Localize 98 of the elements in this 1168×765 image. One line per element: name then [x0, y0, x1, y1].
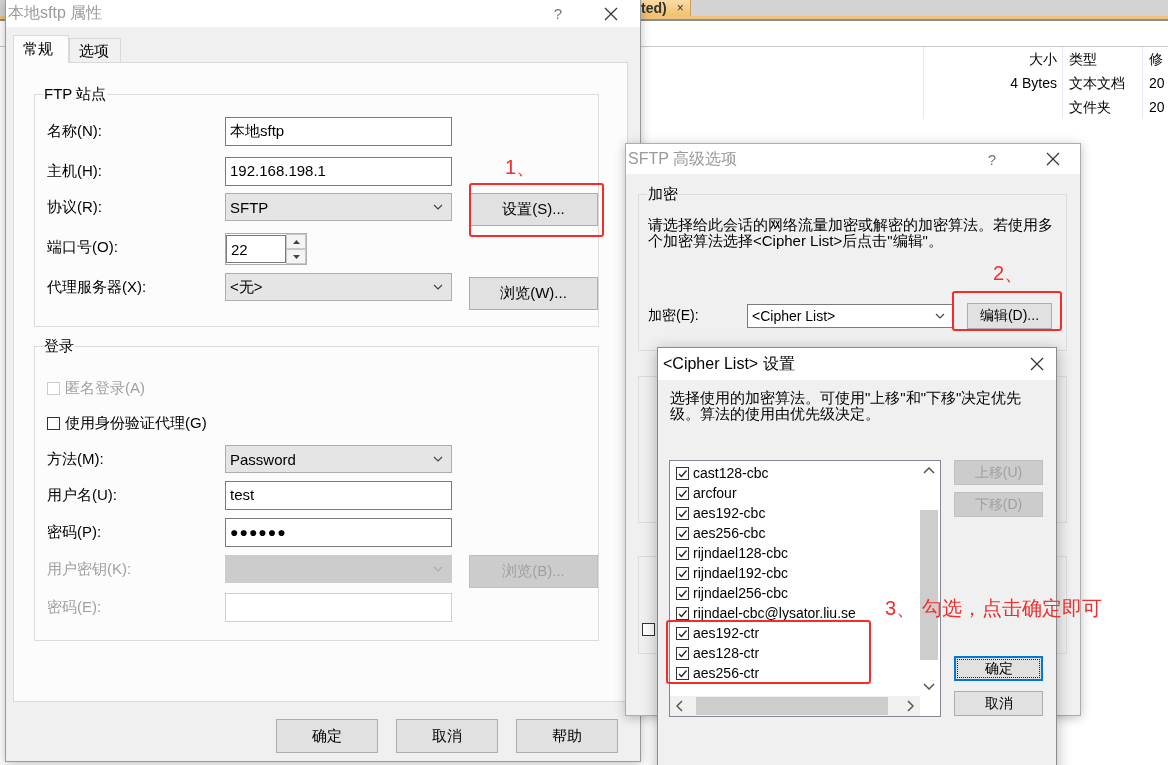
- close-icon[interactable]: [1030, 357, 1044, 371]
- push-button[interactable]: 浏览(W)...: [469, 277, 598, 310]
- password-field[interactable]: ●●●●●●: [225, 518, 452, 547]
- field-label: 名称(N):: [47, 121, 103, 141]
- push-button[interactable]: 取消: [954, 691, 1043, 716]
- window-title: 本地sftp 属性: [8, 3, 104, 23]
- scroll-up-icon[interactable]: [923, 467, 935, 474]
- dropdown[interactable]: SFTP: [225, 193, 452, 221]
- close-icon[interactable]: [1046, 152, 1060, 166]
- checkbox-label: 匿名登录(A): [65, 378, 145, 398]
- table-cell: 4 Bytes: [923, 71, 1062, 95]
- help-button[interactable]: ?: [987, 150, 996, 168]
- caret-icon: [292, 239, 300, 244]
- push-button[interactable]: 确定: [954, 656, 1043, 681]
- checkbox[interactable]: [676, 646, 689, 660]
- field-label: 用户名(U):: [47, 485, 118, 505]
- table-cell: 20: [1142, 71, 1168, 95]
- annotation-label: 2、: [993, 260, 1025, 285]
- scrollbar[interactable]: [670, 696, 920, 716]
- field-label: 用户密钥(K):: [47, 559, 133, 579]
- checkbox[interactable]: [47, 416, 60, 430]
- text-field[interactable]: test: [225, 481, 452, 510]
- annotation-label: 1、: [505, 155, 537, 179]
- checkbox[interactable]: [676, 506, 689, 520]
- push-button[interactable]: 编辑(D)...: [967, 302, 1052, 329]
- scroll-down-icon[interactable]: [923, 683, 935, 690]
- field-label: 端口号(O):: [47, 237, 119, 257]
- table-cell: 文本文档: [1062, 71, 1142, 95]
- table-cell: 文件夹: [1062, 95, 1142, 119]
- chevron-icon: [433, 204, 443, 210]
- column-header[interactable]: 大小: [923, 47, 1062, 71]
- table-cell: 20: [1142, 95, 1168, 119]
- description-text: 请选择给此会话的网络流量加密或解密的加密算法。若使用多 个加密算法选择<Cipher List>后点击"编辑"。: [648, 217, 1054, 249]
- scroll-right-icon[interactable]: [907, 700, 914, 712]
- scroll-left-icon[interactable]: [676, 700, 683, 712]
- checkbox[interactable]: [676, 666, 689, 680]
- help-button[interactable]: ?: [553, 5, 562, 22]
- list-item[interactable]: cast128-cbc: [693, 465, 769, 481]
- list-item[interactable]: aes128-ctr: [693, 645, 760, 661]
- list-item[interactable]: aes192-cbc: [693, 505, 766, 521]
- dropdown[interactable]: <无>: [225, 273, 452, 301]
- list-item[interactable]: rijndael128-cbc: [693, 545, 788, 561]
- checkbox[interactable]: [676, 566, 689, 580]
- chevron-icon: [433, 284, 443, 290]
- spin-box[interactable]: 22: [225, 233, 307, 265]
- tab-label: ted): [641, 0, 667, 16]
- window-title: SFTP 高级选项: [628, 148, 739, 169]
- field-label: 密码(E):: [47, 597, 103, 617]
- list-item[interactable]: rijndael192-cbc: [693, 565, 788, 581]
- field-label: 加密(E):: [648, 306, 700, 325]
- list-item[interactable]: rijndael-cbc@lysator.liu.se: [693, 605, 856, 621]
- checkbox-label: 使用身份验证代理(G): [65, 413, 207, 433]
- column-header[interactable]: 类型: [1062, 47, 1142, 71]
- push-button[interactable]: 取消: [396, 719, 498, 753]
- field-label: 主机(H):: [47, 161, 103, 181]
- column-header[interactable]: 修: [1142, 47, 1168, 71]
- field-label: 协议(R):: [47, 197, 103, 217]
- scroll-thumb[interactable]: [696, 697, 888, 715]
- group-title: 登录: [43, 337, 75, 355]
- chevron-icon: [433, 566, 443, 572]
- field-label: 代理服务器(X):: [47, 277, 148, 297]
- dropdown[interactable]: <Cipher List>: [747, 303, 954, 328]
- field-label: 方法(M):: [47, 449, 105, 469]
- close-icon[interactable]: [604, 6, 618, 21]
- text-field[interactable]: 192.168.198.1: [225, 157, 452, 186]
- window-title: <Cipher List> 设置: [663, 353, 796, 374]
- list-item[interactable]: arcfour: [693, 485, 737, 501]
- checkbox[interactable]: [642, 623, 655, 636]
- annotation-label: 3、 勾选，点击确定即可: [885, 596, 1102, 620]
- push-button[interactable]: 设置(S)...: [469, 193, 598, 226]
- tab-close-button[interactable]: ×: [676, 1, 684, 15]
- list-item[interactable]: aes192-ctr: [693, 625, 760, 641]
- checkbox[interactable]: [676, 486, 689, 500]
- list-item[interactable]: aes256-cbc: [693, 525, 766, 541]
- checkbox[interactable]: [676, 586, 689, 600]
- chevron-icon: [935, 312, 945, 319]
- dropdown[interactable]: Password: [225, 445, 452, 473]
- checkbox[interactable]: [676, 466, 689, 480]
- text-field[interactable]: 本地sftp: [225, 117, 452, 146]
- tab[interactable]: 选项: [69, 38, 121, 62]
- checkbox[interactable]: [676, 526, 689, 540]
- push-button[interactable]: 确定: [276, 719, 378, 753]
- document-tab[interactable]: ted) ×: [641, 0, 691, 16]
- field-label: 密码(P):: [47, 522, 103, 542]
- description-text: 选择使用的加密算法。可使用"上移"和"下移"决定优先 级。算法的使用由优先级决定。: [669, 388, 1023, 422]
- caret-icon: [292, 254, 300, 259]
- checkbox[interactable]: [676, 606, 689, 620]
- spin-down-button[interactable]: [286, 249, 306, 264]
- checkbox[interactable]: [676, 546, 689, 560]
- list-item[interactable]: aes256-ctr: [693, 665, 760, 681]
- push-button[interactable]: 帮助: [516, 719, 618, 753]
- spin-up-button[interactable]: [286, 234, 306, 249]
- list-item[interactable]: rijndael256-cbc: [693, 585, 788, 601]
- tab[interactable]: 常规: [13, 35, 69, 63]
- group-title: 加密: [647, 185, 679, 203]
- group-title: FTP 站点: [43, 85, 108, 103]
- chevron-icon: [433, 456, 443, 462]
- checkbox[interactable]: [676, 626, 689, 640]
